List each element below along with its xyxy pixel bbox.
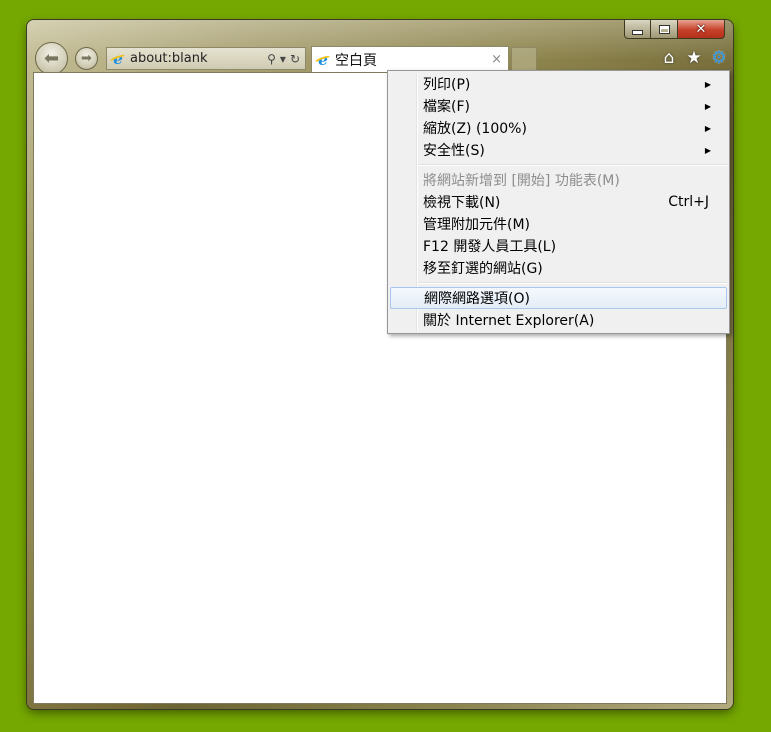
- menu-item-manage-addons[interactable]: 管理附加元件(M): [388, 213, 729, 235]
- menu-item-label: 關於 Internet Explorer(A): [423, 313, 595, 329]
- menu-item-label: 安全性(S): [423, 143, 485, 159]
- tab-close-icon[interactable]: ×: [491, 52, 502, 67]
- forward-button[interactable]: ➡: [75, 47, 98, 70]
- submenu-arrow-icon: ▶: [704, 145, 711, 155]
- home-icon[interactable]: ⌂: [660, 48, 678, 68]
- ie-logo-icon: e: [110, 50, 126, 68]
- command-icons: ⌂ ★ ⚙: [660, 48, 728, 68]
- new-tab-button[interactable]: [511, 47, 537, 72]
- back-button[interactable]: ⬅: [35, 42, 68, 75]
- minimize-button[interactable]: [624, 20, 651, 39]
- menu-item-internet-options[interactable]: 網際網路選項(O): [390, 287, 727, 309]
- menu-item-view-downloads[interactable]: 檢視下載(N) Ctrl+J: [388, 191, 729, 213]
- menu-item-file[interactable]: 檔案(F) ▶: [388, 95, 729, 117]
- back-arrow-icon: ⬅: [43, 48, 60, 69]
- menu-item-about-ie[interactable]: 關於 Internet Explorer(A): [388, 309, 729, 331]
- menu-item-label: 網際網路選項(O): [424, 291, 530, 307]
- menu-item-label: 移至釘選的網站(G): [423, 261, 543, 277]
- caption-buttons: ✕: [624, 20, 725, 39]
- ie-logo-icon: e: [315, 51, 331, 69]
- menu-item-add-to-start: 將網站新增到 [開始] 功能表(M): [388, 169, 729, 191]
- submenu-arrow-icon: ▶: [704, 123, 711, 133]
- tools-menu: 列印(P) ▶ 檔案(F) ▶ 縮放(Z) (100%) ▶ 安全性(S) ▶ …: [387, 70, 730, 334]
- tab-label: 空白頁: [335, 52, 377, 69]
- menu-item-f12-dev-tools[interactable]: F12 開發人員工具(L): [388, 235, 729, 257]
- maximize-button[interactable]: [651, 20, 678, 39]
- favorites-star-icon[interactable]: ★: [685, 48, 703, 68]
- menu-item-label: 檢視下載(N): [423, 195, 501, 211]
- submenu-arrow-icon: ▶: [704, 101, 711, 111]
- address-input[interactable]: about:blank: [130, 51, 267, 66]
- menu-item-label: 列印(P): [423, 77, 471, 93]
- submenu-arrow-icon: ▶: [704, 79, 711, 89]
- forward-arrow-icon: ➡: [81, 51, 92, 66]
- search-icon[interactable]: ⚲: [267, 52, 276, 66]
- minimize-icon: [632, 29, 643, 35]
- menu-item-label: 將網站新增到 [開始] 功能表(M): [423, 173, 620, 189]
- menu-item-label: 管理附加元件(M): [423, 217, 531, 233]
- menu-item-shortcut: Ctrl+J: [668, 194, 709, 210]
- gear-icon[interactable]: ⚙: [710, 48, 728, 68]
- menu-item-pinned-sites[interactable]: 移至釘選的網站(G): [388, 257, 729, 279]
- address-bar[interactable]: e about:blank ⚲ ▾ ↻: [106, 47, 306, 70]
- menu-separator: [418, 282, 727, 284]
- close-button[interactable]: ✕: [678, 20, 725, 39]
- menu-item-print[interactable]: 列印(P) ▶: [388, 73, 729, 95]
- chevron-down-icon[interactable]: ▾: [280, 52, 286, 66]
- maximize-icon: [658, 24, 670, 34]
- refresh-icon[interactable]: ↻: [290, 52, 300, 66]
- tab-blank-page[interactable]: e 空白頁 ×: [311, 46, 509, 72]
- address-tools: ⚲ ▾ ↻: [267, 52, 300, 66]
- close-icon: ✕: [695, 21, 707, 37]
- menu-item-safety[interactable]: 安全性(S) ▶: [388, 139, 729, 161]
- menu-item-label: F12 開發人員工具(L): [423, 239, 557, 255]
- menu-item-zoom[interactable]: 縮放(Z) (100%) ▶: [388, 117, 729, 139]
- menu-separator: [418, 164, 727, 166]
- menu-item-label: 縮放(Z) (100%): [423, 121, 527, 137]
- menu-item-label: 檔案(F): [423, 99, 470, 115]
